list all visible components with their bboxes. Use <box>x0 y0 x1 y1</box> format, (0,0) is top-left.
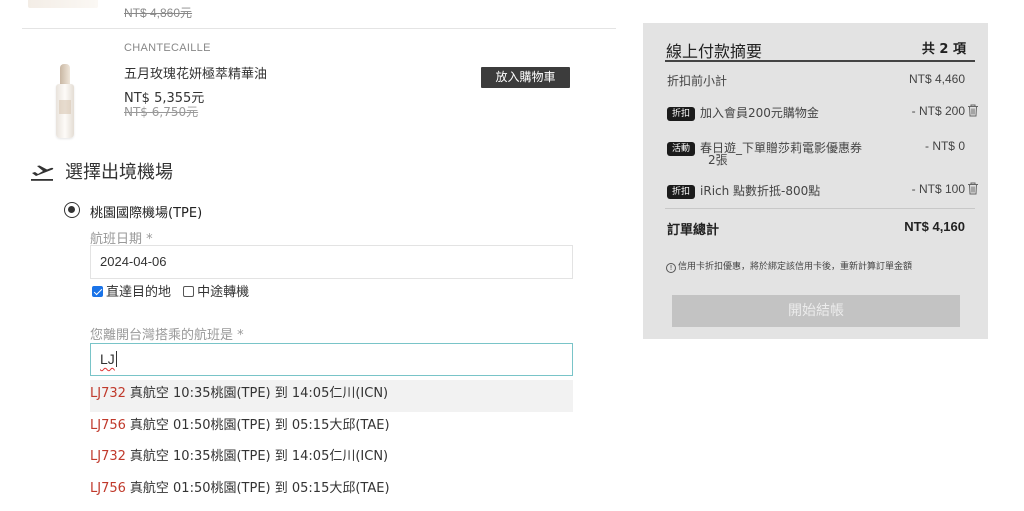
credit-card-note-text: 信用卡折扣優惠，將於綁定該信用卡後，重新計算訂單金額 <box>678 262 913 272</box>
flight-detail: 真航空 01:50桃園(TPE) 到 05:15大邱(TAE) <box>129 480 390 496</box>
product-old-price: NT$ 6,750元 <box>124 105 199 119</box>
add-to-cart-button[interactable]: 放入購物車 <box>481 67 570 88</box>
info-icon: ! <box>666 263 676 273</box>
order-total-label: 訂單總計 <box>667 223 720 238</box>
promotion-label-line2: 2張 <box>708 153 728 167</box>
airport-section-title: 選擇出境機場 <box>65 162 173 183</box>
previous-product-row: NT$ 4,860元 <box>22 0 616 29</box>
previous-product-old-price: NT$ 4,860元 <box>124 6 193 20</box>
flight-code: LJ756 <box>90 417 126 433</box>
trash-icon[interactable] <box>967 104 979 117</box>
flight-suggestion[interactable]: LJ732 真航空 10:35桃園(TPE) 到 14:05仁川(ICN) <box>90 380 573 412</box>
flight-detail: 真航空 10:35桃園(TPE) 到 14:05仁川(ICN) <box>129 386 389 401</box>
subtotal-label: 折扣前小計 <box>667 74 728 88</box>
trash-icon[interactable] <box>967 182 979 195</box>
summary-divider <box>665 60 975 62</box>
airport-radio-selected[interactable] <box>64 202 80 218</box>
flight-code: LJ732 <box>90 386 126 401</box>
discount-badge: 折扣 <box>667 107 696 121</box>
flight-date-input[interactable]: 2024-04-06 <box>90 245 573 279</box>
product-row: CHANTECAILLE 五月玫瑰花妍極萃精華油 NT$ 5,355元 NT$ … <box>22 30 616 138</box>
product-brand[interactable]: CHANTECAILLE <box>124 42 211 54</box>
discount-badge: 折扣 <box>667 185 696 199</box>
flight-number-input[interactable]: LJ <box>90 343 573 376</box>
summary-title: 線上付款摘要 <box>666 42 763 61</box>
flight-suggestion[interactable]: LJ756 真航空 01:50桃園(TPE) 到 05:15大邱(TAE) <box>90 412 573 444</box>
flight-number-value: LJ <box>100 351 115 367</box>
text-caret <box>115 351 117 367</box>
airplane-departure-icon <box>31 165 54 181</box>
flight-suggestion[interactable]: LJ732 真航空 10:35桃園(TPE) 到 14:05仁川(ICN) <box>90 443 573 475</box>
summary-item-count: 共 2 項 <box>921 42 966 57</box>
summary-separator <box>665 208 975 209</box>
discount-label: 加入會員200元購物金 <box>700 106 819 120</box>
previous-product-image[interactable] <box>28 0 98 8</box>
product-image[interactable] <box>50 56 78 144</box>
promotion-badge: 活動 <box>667 142 696 156</box>
points-discount-value: - NT$ 100 <box>911 182 965 196</box>
subtotal-value: NT$ 4,460 <box>908 72 965 86</box>
flight-code: LJ732 <box>90 449 126 464</box>
order-total-value: NT$ 4,160 <box>904 219 965 234</box>
product-name[interactable]: 五月玫瑰花妍極萃精華油 <box>124 63 267 82</box>
flight-suggestion-list: LJ732 真航空 10:35桃園(TPE) 到 14:05仁川(ICN) LJ7… <box>90 380 573 506</box>
direct-flight-checkbox[interactable] <box>92 286 103 297</box>
flight-code: LJ756 <box>90 480 126 496</box>
flight-number-label: 您離開台灣搭乘的航班是 * <box>90 328 244 343</box>
flight-detail: 真航空 10:35桃園(TPE) 到 14:05仁川(ICN) <box>129 449 389 464</box>
points-discount-label: iRich 點數折抵-800點 <box>700 184 821 198</box>
transit-flight-label[interactable]: 中途轉機 <box>197 285 249 300</box>
credit-card-note: ! 信用卡折扣優惠，將於綁定該信用卡後，重新計算訂單金額 <box>666 259 912 273</box>
flight-detail: 真航空 01:50桃園(TPE) 到 05:15大邱(TAE) <box>129 417 390 433</box>
airport-option-label[interactable]: 桃園國際機場(TPE) <box>90 202 202 221</box>
transit-flight-checkbox[interactable] <box>183 286 195 297</box>
payment-summary-panel: 線上付款摘要 共 2 項 折扣前小計 NT$ 4,460 折扣 加入會員200元購… <box>643 23 988 339</box>
flight-type-options: 直達目的地 中途轉機 <box>92 281 257 300</box>
bottle-dropper <box>60 64 70 86</box>
promotion-value: - NT$ 0 <box>924 139 965 153</box>
bottle-label <box>59 100 71 114</box>
direct-flight-label[interactable]: 直達目的地 <box>106 285 171 300</box>
flight-suggestion[interactable]: LJ756 真航空 01:50桃園(TPE) 到 05:15大邱(TAE) <box>90 475 573 507</box>
checkout-button[interactable]: 開始結帳 <box>672 295 960 327</box>
discount-value: - NT$ 200 <box>911 104 965 118</box>
